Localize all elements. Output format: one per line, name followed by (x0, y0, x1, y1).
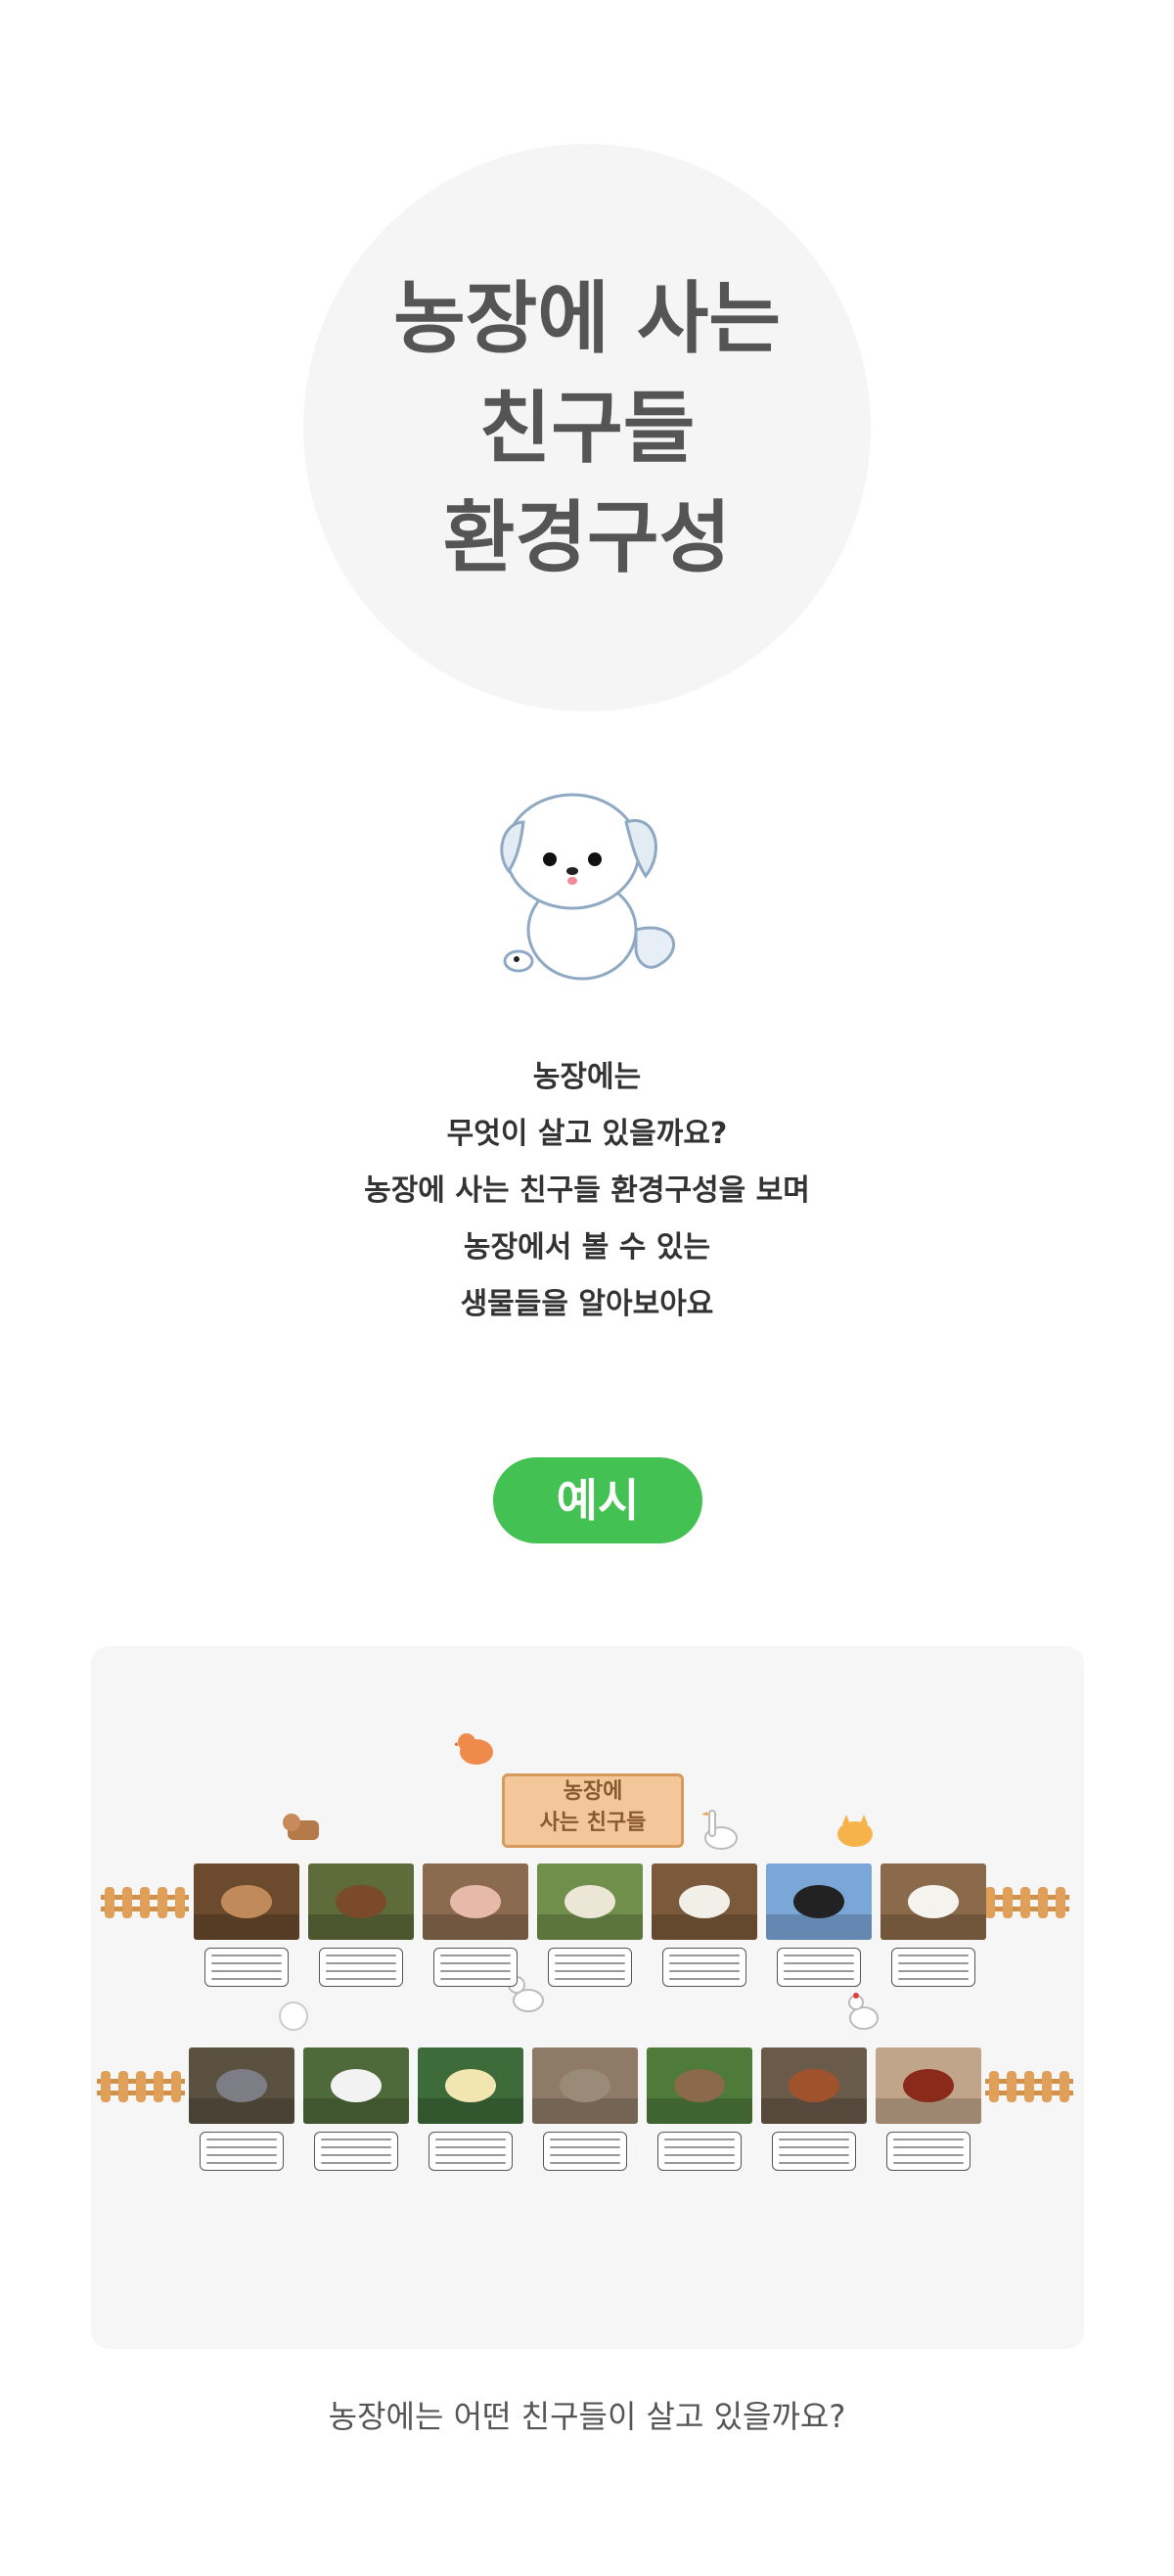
animal-card (766, 1863, 872, 1987)
duck-photo (418, 2047, 523, 2124)
goat-photo (880, 1863, 986, 1940)
sign-line-1: 농장에 (563, 1779, 623, 1804)
description-card (886, 2132, 971, 2171)
intro-line: 생물들을 알아보아요 (460, 1287, 714, 1321)
intro-line: 농장에서 볼 수 있는 (463, 1230, 711, 1265)
intro-line: 무엇이 살고 있을까요? (446, 1117, 728, 1151)
description-card (657, 2132, 742, 2171)
title-line-1: 농장에 사는 (393, 273, 781, 364)
cat-icon (837, 1815, 873, 1847)
page-title: 농장에 사는 친구들 환경구성 (303, 264, 871, 593)
hen-icon (848, 1993, 879, 2030)
animal-card (647, 2047, 752, 2171)
animal-card (876, 2047, 981, 2171)
description-card (314, 2132, 398, 2171)
animal-card (308, 1863, 414, 1987)
farm-sign: 농장에 사는 친구들 (502, 1773, 684, 1848)
animal-row-2 (189, 2047, 981, 2171)
goose-photo (303, 2047, 409, 2124)
puppy-photo (652, 1863, 757, 1940)
description-card (433, 1948, 518, 1987)
caption: 농장에는 어떤 친구들이 살고 있을까요? (328, 2398, 846, 2435)
fence-icon (101, 1887, 189, 1918)
chick-icon (455, 1733, 493, 1765)
cat-photo (532, 2047, 638, 2124)
animal-card (194, 1863, 299, 1987)
description-card (777, 1948, 861, 1987)
description-card (548, 1948, 632, 1987)
fence-icon (985, 2071, 1073, 2102)
lamb-icon (279, 2001, 308, 2031)
puppy-illustration-icon (500, 793, 676, 981)
animal-card (880, 1863, 986, 1987)
animal-card (537, 1863, 643, 1987)
sheep-photo (537, 1863, 643, 1940)
description-card (429, 2132, 513, 2171)
intro-text: 농장에는 무엇이 살고 있을까요? 농장에 사는 친구들 환경구성을 보며 농장… (196, 1049, 978, 1333)
example-panel: 농장에 사는 친구들 (91, 1646, 1084, 2349)
description-card (543, 2132, 627, 2171)
horse-photo (308, 1863, 414, 1940)
description-card (891, 1948, 975, 1987)
rabbit-photo (194, 1863, 299, 1940)
intro-line: 농장에는 (532, 1060, 642, 1094)
title-line-3: 환경구성 (442, 492, 732, 583)
pig-photo (423, 1863, 528, 1940)
animal-row-1 (194, 1863, 986, 1987)
intro-line: 농장에 사는 친구들 환경구성을 보며 (364, 1173, 810, 1208)
title-line-2: 친구들 (478, 383, 696, 474)
animal-card (761, 2047, 867, 2171)
description-card (662, 1948, 746, 1987)
description-card (319, 1948, 403, 1987)
rooster-photo (876, 2047, 981, 2124)
animal-card (532, 2047, 638, 2171)
calf-icon (283, 1814, 319, 1840)
fence-icon (981, 1887, 1069, 1918)
description-card (204, 1948, 289, 1987)
example-badge: 예시 (493, 1457, 702, 1543)
description-card (772, 2132, 856, 2171)
pigeon-photo (189, 2047, 294, 2124)
animal-card (652, 1863, 757, 1987)
calf-photo (761, 2047, 867, 2124)
sign-line-2: 사는 친구들 (539, 1811, 647, 1835)
goose-icon (701, 1810, 738, 1850)
animal-card (189, 2047, 294, 2171)
animal-card (303, 2047, 409, 2171)
cow-photo (766, 1863, 872, 1940)
sparrow-photo (647, 2047, 752, 2124)
animal-card (418, 2047, 523, 2171)
animal-card (423, 1863, 528, 1987)
fence-icon (97, 2071, 185, 2102)
description-card (200, 2132, 284, 2171)
